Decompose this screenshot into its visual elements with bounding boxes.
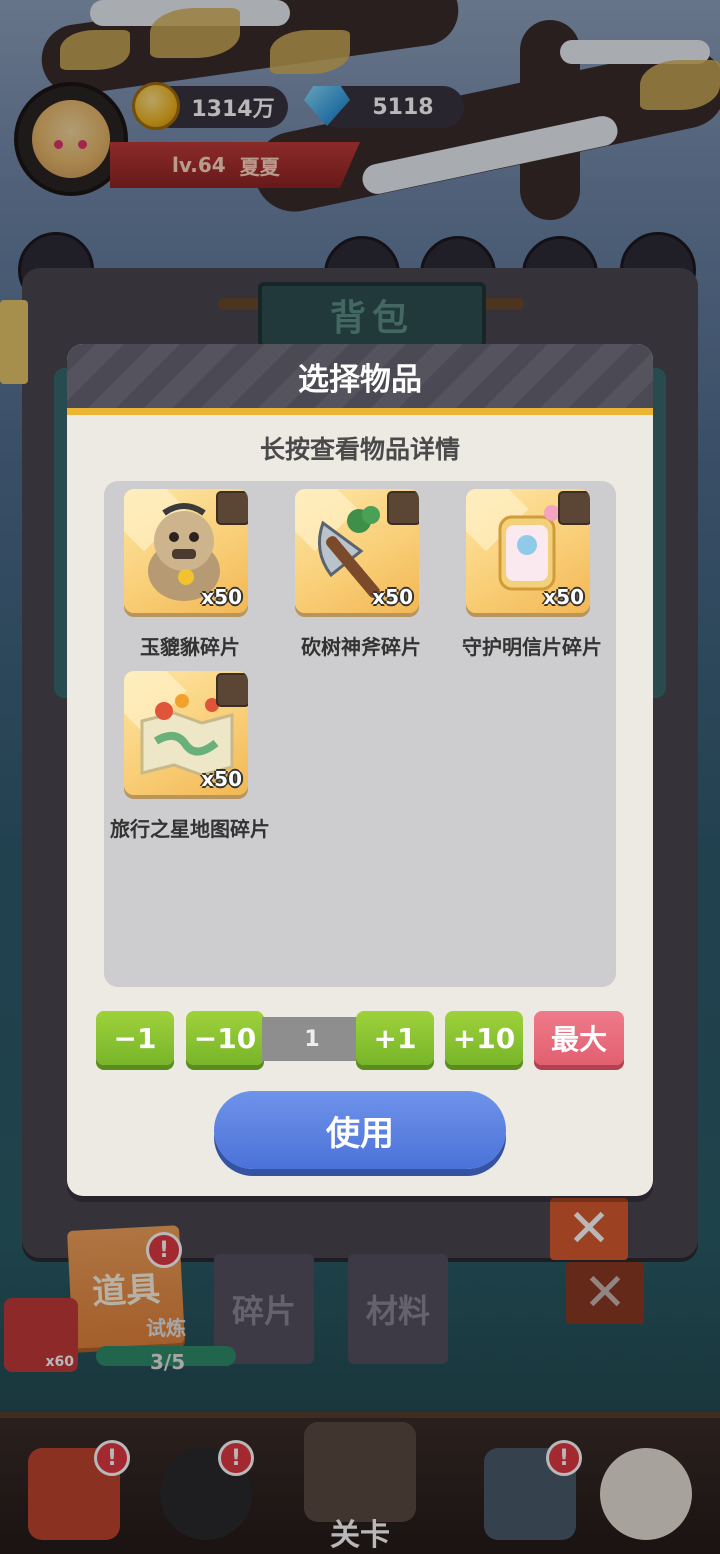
item-checkbox[interactable] [216,673,248,707]
item-quantity: x50 [201,767,242,791]
dialog-hint: 长按查看物品详情 [259,435,460,464]
quantity-value: 1 [304,1026,320,1052]
plus-10-button[interactable]: +10 [445,1011,523,1065]
plus-1-label: +1 [373,1021,417,1055]
item-name: 守护明信片碎片 [462,635,602,659]
dialog-header: 选择物品 [67,344,653,408]
plus-1-button[interactable]: +1 [356,1011,434,1065]
item-quantity: x50 [372,585,413,609]
use-label: 使用 [326,1113,394,1154]
item-card[interactable]: x50 [295,489,419,613]
item-name: 砍树神斧碎片 [301,635,421,659]
item-quantity: x50 [543,585,584,609]
quantity-field[interactable]: 1 [262,1017,362,1061]
minus-1-button[interactable]: −1 [96,1011,174,1065]
item-checkbox[interactable] [216,491,248,525]
item-grid: x50 玉貔貅碎片 x50 砍树神斧碎片 x50 守护明信片碎片 x50 旅行之… [104,481,616,987]
dialog-title: 选择物品 [298,361,422,398]
dialog-header-stripe [67,408,653,415]
minus-10-button[interactable]: −10 [186,1011,264,1065]
max-button[interactable]: 最大 [534,1011,624,1065]
item-card[interactable]: x50 [124,671,248,795]
item-name: 旅行之星地图碎片 [110,817,270,841]
plus-10-label: +10 [452,1021,516,1055]
item-card[interactable]: x50 [124,489,248,613]
item-card[interactable]: x50 [466,489,590,613]
item-quantity: x50 [201,585,242,609]
minus-1-label: −1 [113,1021,157,1055]
item-name: 玉貔貅碎片 [140,635,240,659]
select-item-dialog: 选择物品 长按查看物品详情 x50 玉貔貅碎片 x50 砍树神斧碎片 x50 守… [67,344,653,1196]
item-checkbox[interactable] [387,491,419,525]
max-label: 最大 [550,1023,607,1056]
item-checkbox[interactable] [558,491,590,525]
minus-10-label: −10 [193,1021,257,1055]
use-button[interactable]: 使用 [214,1091,506,1169]
